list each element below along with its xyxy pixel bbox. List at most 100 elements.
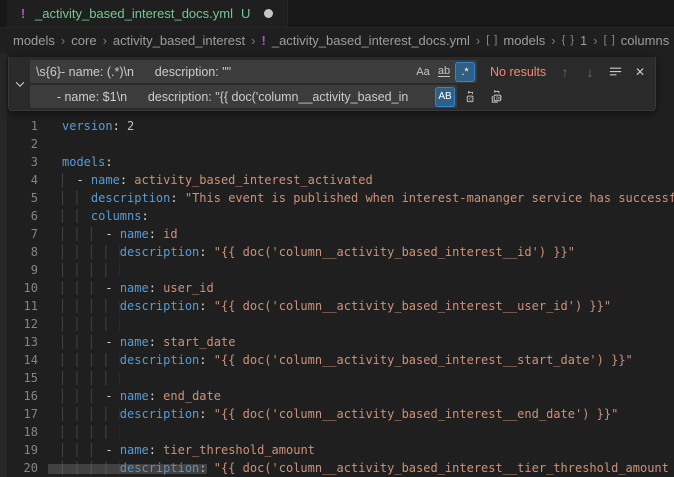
breadcrumb-item-models[interactable]: models	[13, 33, 55, 48]
code-area: 1version: 223models:4 - name: activity_b…	[0, 117, 674, 477]
replace-input[interactable]: - name: $1\n description: "{{ doc('colum…	[30, 85, 457, 108]
code-line[interactable]: 17 description: "{{ doc('column__activit…	[0, 405, 674, 423]
code-line[interactable]: 3 models:	[0, 153, 674, 171]
symbol-array-icon: [ ]	[604, 34, 616, 46]
code-line[interactable]: 6 columns:	[0, 207, 674, 225]
breadcrumb-label: core	[71, 33, 96, 48]
find-input[interactable]: \s{6}- name: (.*)\n description: "" Aa a…	[30, 60, 477, 83]
code-line[interactable]: 8 description: "{{ doc('column__activity…	[0, 243, 674, 261]
code-line-content[interactable]: - name: start_date	[62, 333, 674, 351]
editor: 1version: 223models:4 - name: activity_b…	[0, 53, 674, 477]
horizontal-scrollbar-thumb[interactable]	[48, 464, 207, 474]
breadcrumb-item-1[interactable]: { } 1	[562, 33, 588, 48]
line-number: 8	[0, 243, 38, 261]
code-line-content[interactable]	[62, 315, 674, 333]
line-number: 3	[0, 153, 38, 171]
dirty-indicator-dot[interactable]	[264, 9, 273, 18]
code-line-content[interactable]: description: "{{ doc('column__activity_b…	[62, 405, 674, 423]
code-line-content[interactable]: - name: user_id	[62, 279, 674, 297]
chevron-right-icon: ›	[551, 33, 555, 48]
chevron-down-icon	[13, 77, 27, 91]
chevron-right-icon: ›	[476, 33, 480, 48]
replace-button[interactable]: c	[460, 86, 482, 108]
code-line[interactable]: 12	[0, 315, 674, 333]
replace-all-icon: ac	[489, 89, 504, 104]
code-line[interactable]: 2	[0, 135, 674, 153]
line-number: 7	[0, 225, 38, 243]
code-line-content[interactable]: version: 2	[62, 117, 674, 135]
code-line-content[interactable]: description: "{{ doc('column__activity_b…	[62, 297, 674, 315]
code-line[interactable]: 10 - name: user_id	[0, 279, 674, 297]
code-line-content[interactable]	[62, 261, 674, 279]
breadcrumb-item-activity-based-interest[interactable]: activity_based_interest	[113, 33, 245, 48]
tab-activity-based-interest-docs[interactable]: ! _activity_based_interest_docs.yml U	[7, 0, 288, 27]
find-in-selection-button[interactable]	[604, 61, 626, 83]
breadcrumb-label: models	[13, 33, 55, 48]
code-line[interactable]: 16 - name: end_date	[0, 387, 674, 405]
code-line[interactable]: 11 description: "{{ doc('column__activit…	[0, 297, 674, 315]
find-next-button[interactable]: ↓	[579, 61, 601, 83]
breadcrumb: models › core › activity_based_interest › !_ac…	[0, 28, 674, 52]
line-number: 10	[0, 279, 38, 297]
preserve-case-toggle[interactable]: AB	[435, 87, 455, 107]
line-number: 19	[0, 441, 38, 459]
code-line[interactable]: 13 - name: start_date	[0, 333, 674, 351]
line-number: 5	[0, 189, 38, 207]
chevron-right-icon: ›	[593, 33, 597, 48]
code-line[interactable]: 19 - name: tier_threshold_amount	[0, 441, 674, 459]
code-line-content[interactable]: - name: end_date	[62, 387, 674, 405]
find-row: \s{6}- name: (.*)\n description: "" Aa a…	[30, 60, 651, 83]
vscode-window: ! _activity_based_interest_docs.yml U mo…	[0, 0, 674, 52]
breadcrumb-label: 1	[580, 33, 587, 48]
code-line[interactable]: 1 version: 2	[0, 117, 674, 135]
code-line-content[interactable]: - name: activity_based_interest_activate…	[62, 171, 674, 189]
find-previous-button[interactable]: ↑	[554, 61, 576, 83]
replace-value-text: - name: $1\n description: "{{ doc('colum…	[36, 90, 434, 104]
whole-word-toggle[interactable]: ab	[434, 62, 454, 82]
close-find-widget-button[interactable]: ✕	[629, 61, 651, 83]
code-line-content[interactable]	[62, 135, 674, 153]
code-line-content[interactable]: models:	[62, 153, 674, 171]
breadcrumb-item--activity-based-interest-docs-yml[interactable]: !_activity_based_interest_docs.yml	[262, 33, 470, 48]
code-line[interactable]: 5 description: "This event is published …	[0, 189, 674, 207]
line-number: 6	[0, 207, 38, 225]
find-replace-widget: \s{6}- name: (.*)\n description: "" Aa a…	[8, 57, 656, 111]
code-line[interactable]: 7 - name: id	[0, 225, 674, 243]
code-line[interactable]: 9	[0, 261, 674, 279]
code-line-content[interactable]	[62, 369, 674, 387]
replace-all-button[interactable]: ac	[485, 86, 507, 108]
breadcrumb-item-columns[interactable]: [ ]columns	[604, 33, 670, 48]
code-line-content[interactable]: - name: tier_threshold_amount	[62, 441, 674, 459]
yaml-file-icon: !	[17, 6, 29, 21]
regex-toggle[interactable]: .*	[455, 62, 475, 82]
toggle-replace-button[interactable]	[13, 77, 27, 91]
code-line-content[interactable]: - name: id	[62, 225, 674, 243]
code-line-content[interactable]: description: "{{ doc('column__activity_b…	[62, 351, 674, 369]
code-line[interactable]: 14 description: "{{ doc('column__activit…	[0, 351, 674, 369]
whole-word-icon: ab	[438, 66, 450, 77]
match-case-toggle[interactable]: Aa	[413, 62, 433, 82]
line-number: 1	[0, 117, 38, 135]
line-number: 4	[0, 171, 38, 189]
line-number: 20	[0, 459, 38, 477]
symbol-object-icon: { }	[562, 34, 575, 46]
code-line[interactable]: 18	[0, 423, 674, 441]
replace-icon: c	[464, 89, 479, 104]
line-number: 18	[0, 423, 38, 441]
code-line-content[interactable]: description: "This event is published wh…	[62, 189, 674, 207]
code-line-content[interactable]	[62, 423, 674, 441]
code-line-content[interactable]: columns:	[62, 207, 674, 225]
code-line[interactable]: 15	[0, 369, 674, 387]
breadcrumb-item-models[interactable]: [ ]models	[486, 33, 545, 48]
chevron-right-icon: ›	[251, 33, 255, 48]
code-line-content[interactable]: description: "{{ doc('column__activity_b…	[62, 243, 674, 261]
tab-filename: _activity_based_interest_docs.yml	[35, 6, 233, 21]
svg-text:c: c	[468, 97, 471, 103]
breadcrumb-label: models	[503, 33, 545, 48]
line-number: 9	[0, 261, 38, 279]
find-in-selection-icon	[608, 64, 623, 79]
line-number: 13	[0, 333, 38, 351]
breadcrumb-item-core[interactable]: core	[71, 33, 96, 48]
code-line[interactable]: 4 - name: activity_based_interest_activa…	[0, 171, 674, 189]
breadcrumb-label: _activity_based_interest_docs.yml	[272, 33, 470, 48]
